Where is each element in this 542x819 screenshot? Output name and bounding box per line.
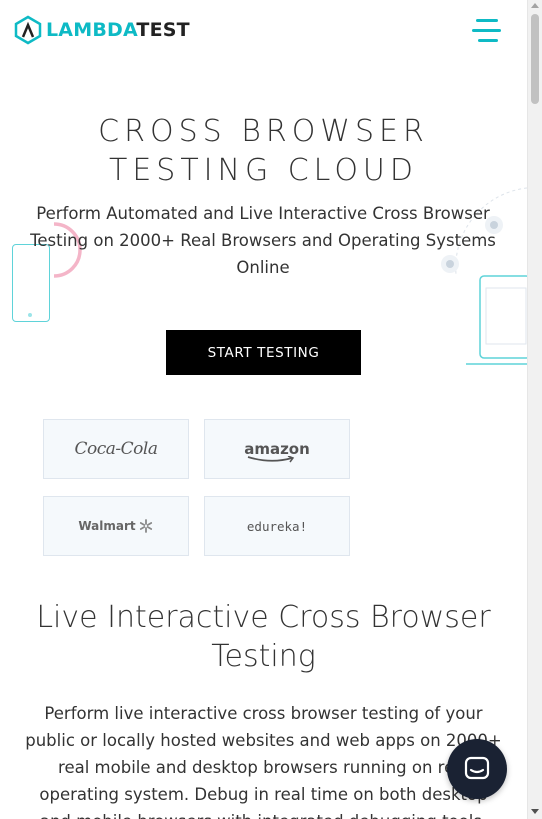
scroll-up-arrow-icon[interactable] [531,3,539,8]
chat-bubble-glyph-icon [464,756,490,780]
lambdatest-logo-icon [14,15,42,45]
walmart-spark-icon [139,519,152,533]
scroll-down-arrow-icon[interactable] [531,809,539,814]
hero-title-line2: TESTING CLOUD [109,153,418,188]
brand-logo-label: edureka! [246,518,308,534]
lambdatest-logo[interactable]: LAMBDATEST [14,14,190,46]
site-header: LAMBDATEST [0,0,527,62]
chat-bubble-icon[interactable] [447,739,507,799]
hero-title-line1: CROSS BROWSER [98,114,429,149]
brand-logo-amazon: amazon [204,419,350,479]
brand-logo-label: amazon [244,440,310,463]
amazon-smile-icon [247,456,295,463]
walmart-wordmark: Walmart [78,519,136,533]
section-title: Live Interactive Cross Browser Testing [36,600,491,674]
brand-logo-edureka: edureka! [204,496,350,556]
hamburger-menu-icon[interactable] [470,17,502,45]
hero-title: CROSS BROWSER TESTING CLOUD [0,112,527,190]
page-scrollbar[interactable] [527,0,542,819]
logo-wordmark: LAMBDATEST [46,15,190,45]
logo-wordmark-test: TEST [136,19,190,41]
brand-logo-coca-cola: Coca-Cola [43,419,189,479]
brand-logo-walmart: Walmart [43,496,189,556]
brand-logo-label: Walmart [78,518,153,534]
hero-subtitle: Perform Automated and Live Interactive C… [30,204,496,277]
logo-wordmark-lambda: LAMBDA [46,19,137,41]
brand-logo-label: Coca-Cola [74,439,158,459]
section-body: Perform live interactive cross browser t… [25,704,501,819]
scrollbar-thumb[interactable] [531,14,539,104]
start-testing-button[interactable]: START TESTING [166,330,361,375]
